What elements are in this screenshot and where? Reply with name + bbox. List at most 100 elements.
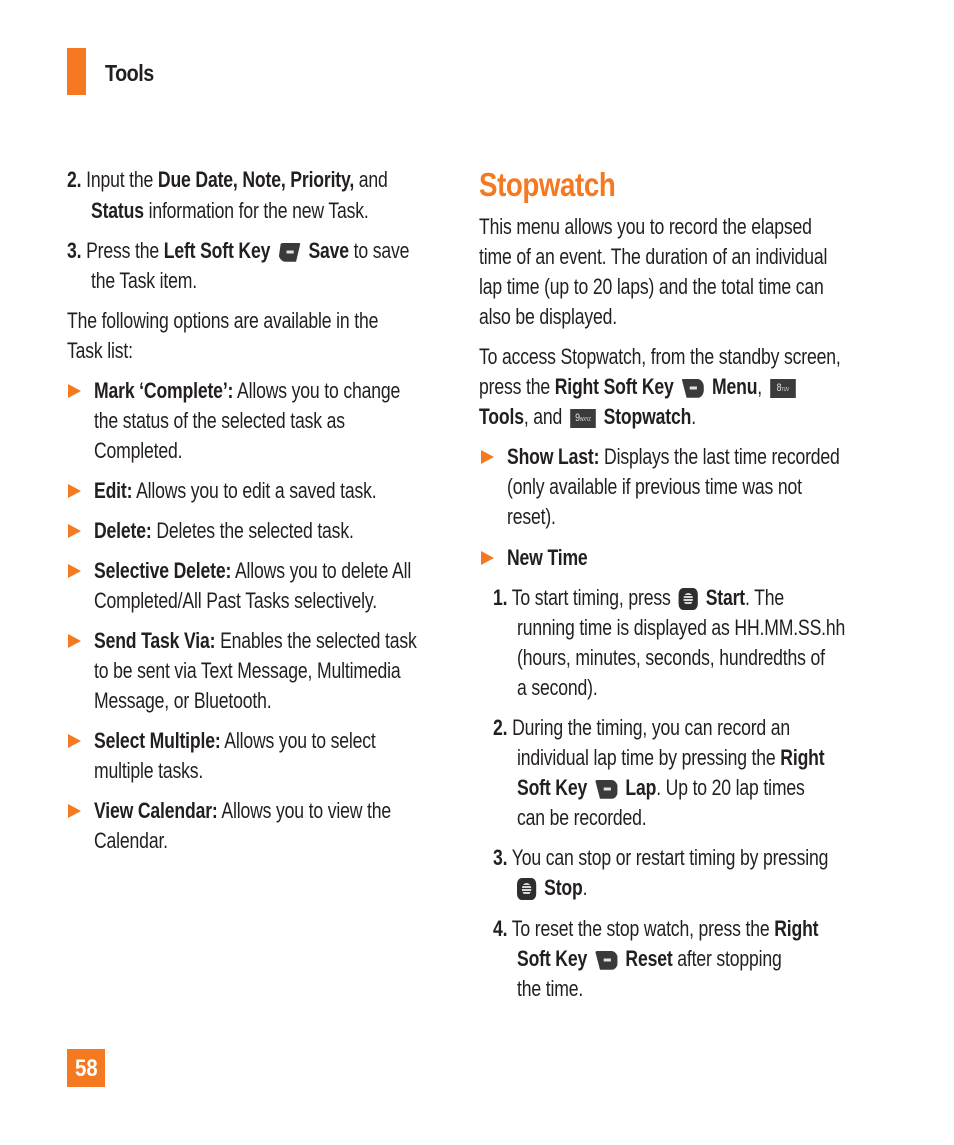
step-number: 3. — [493, 845, 508, 870]
bullet-text: Calendar. — [94, 828, 168, 853]
step-text: (hours, minutes, seconds, hundredths of — [517, 645, 825, 670]
bullet-new-time: New Time — [507, 545, 588, 570]
new-time-step-3: 3. You can stop or restart timing by pre… — [493, 843, 828, 873]
step-text: the time. — [517, 976, 584, 1001]
text: press the — [479, 374, 555, 399]
bullet-select-multiple: Select Multiple: Allows you to select — [94, 726, 376, 756]
bullet-label: Mark ‘Complete’: — [94, 378, 234, 403]
bullet-view-calendar: View Calendar: Allows you to view the — [94, 796, 391, 826]
intro-line-1: The following options are available in t… — [67, 308, 379, 333]
text: During the timing, you can record an — [512, 715, 791, 740]
bullet-text: to be sent via Text Message, Multimedia — [94, 658, 401, 683]
text: Deletes the selected task. — [156, 518, 354, 543]
text: and — [354, 167, 388, 192]
text: individual lap time by pressing the — [517, 745, 781, 770]
page-number: 58 — [67, 1049, 105, 1087]
step-number: 2. — [67, 167, 82, 192]
right-soft-key-icon — [681, 378, 705, 398]
text: Press the — [86, 238, 164, 263]
stopwatch-heading: Stopwatch — [479, 166, 616, 203]
bullet-label: View Calendar: — [94, 798, 218, 823]
text: Allows you to delete All — [234, 558, 412, 583]
bullet-arrow-icon — [68, 384, 81, 398]
intro-line-2: Task list: — [67, 338, 133, 363]
new-time-step-1: 1. To start timing, press Start. The — [493, 583, 784, 613]
access-line-3: Tools, and 9WXYZ Stopwatch. — [479, 402, 696, 432]
bold-text: Lap — [625, 775, 657, 800]
bold-text: Soft Key — [517, 775, 588, 800]
text: . Up to 20 lap times — [656, 775, 805, 800]
bullet-delete: Delete: Deletes the selected task. — [94, 516, 354, 546]
bold-text: Stop — [544, 875, 583, 900]
step-2-line-1: 2. Input the Due Date, Note, Priority, a… — [67, 165, 388, 195]
bold-text: Right — [774, 916, 819, 941]
right-soft-key-icon — [595, 779, 618, 799]
bullet-arrow-icon — [68, 634, 81, 648]
bold-text: Stopwatch — [603, 404, 692, 429]
bold-text: Right Soft Key — [554, 374, 674, 399]
bullet-selective-delete: Selective Delete: Allows you to delete A… — [94, 556, 411, 586]
bold-text: Left Soft Key — [163, 238, 271, 263]
bullet-edit: Edit: Allows you to edit a saved task. — [94, 476, 377, 506]
text: Enables the selected task — [220, 628, 417, 653]
bullet-text: Message, or Bluetooth. — [94, 688, 272, 713]
step-text: individual lap time by pressing the Righ… — [517, 743, 825, 773]
bold-text: Soft Key — [517, 946, 588, 971]
bullet-label: Select Multiple: — [94, 728, 221, 753]
step-2-line-2: Status information for the new Task. — [91, 196, 369, 226]
bullet-label: Send Task Via: — [94, 628, 216, 653]
intro-text: This menu allows you to record the elaps… — [479, 214, 812, 239]
bullet-arrow-icon — [68, 524, 81, 538]
text: To start timing, press — [511, 585, 676, 610]
bullet-text: multiple tasks. — [94, 758, 204, 783]
intro-text: also be displayed. — [479, 304, 618, 329]
text: the Task item. — [91, 268, 198, 293]
step-text: a second). — [517, 675, 598, 700]
bullet-text: Completed. — [94, 438, 183, 463]
text: after stopping — [672, 946, 782, 971]
access-text: To access Stopwatch, from the standby sc… — [479, 344, 841, 369]
bullet-text: (only available if previous time was not — [507, 474, 802, 499]
bold-text: Reset — [625, 946, 673, 971]
key-9-icon: 9WXYZ — [570, 408, 596, 428]
text: Allows you to change — [237, 378, 401, 403]
step-number: 1. — [493, 585, 508, 610]
bullet-label: Delete: — [94, 518, 152, 543]
bullet-label: Show Last: — [507, 444, 600, 469]
bold-text: Save — [308, 238, 349, 263]
text: , and — [523, 404, 567, 429]
page-number-text: 58 — [74, 1055, 98, 1082]
right-soft-key-icon — [595, 950, 618, 970]
bold-text: Tools — [479, 404, 524, 429]
bullet-arrow-icon — [68, 484, 81, 498]
step-text: can be recorded. — [517, 805, 647, 830]
step-text: Stop. — [517, 873, 587, 903]
ok-key-icon — [678, 588, 698, 611]
step-3-line-2: the Task item. — [91, 266, 197, 296]
bullet-mark-complete: Mark ‘Complete’: Allows you to change — [94, 376, 400, 406]
section-marker — [67, 48, 86, 95]
text: To reset the stop watch, press the — [511, 916, 775, 941]
text: . — [691, 404, 696, 429]
text: Allows you to edit a saved task. — [136, 478, 377, 503]
text: Displays the last time recorded — [604, 444, 840, 469]
bullet-arrow-icon — [68, 564, 81, 578]
bullet-text: reset). — [507, 504, 556, 529]
bold-text: Menu — [711, 374, 758, 399]
bullet-label: Edit: — [94, 478, 133, 503]
new-time-step-4: 4. To reset the stop watch, press the Ri… — [493, 914, 819, 944]
bold-text: Status — [91, 198, 144, 223]
step-text: Soft Key Reset after stopping — [517, 944, 782, 974]
text: . The — [744, 585, 784, 610]
text: Allows you to view the — [221, 798, 392, 823]
new-time-step-2: 2. During the timing, you can record an — [493, 713, 790, 743]
intro-text: lap time (up to 20 laps) and the total t… — [479, 274, 824, 299]
step-number: 3. — [67, 238, 82, 263]
text: to save — [348, 238, 410, 263]
bullet-show-last: Show Last: Displays the last time record… — [507, 442, 840, 472]
key-8-icon: 8TUV — [769, 378, 796, 398]
bullet-send-task-via: Send Task Via: Enables the selected task — [94, 626, 417, 656]
key-letters: WXYZ — [579, 416, 591, 423]
section-title: Tools — [105, 60, 154, 86]
bullet-arrow-icon — [68, 804, 81, 818]
